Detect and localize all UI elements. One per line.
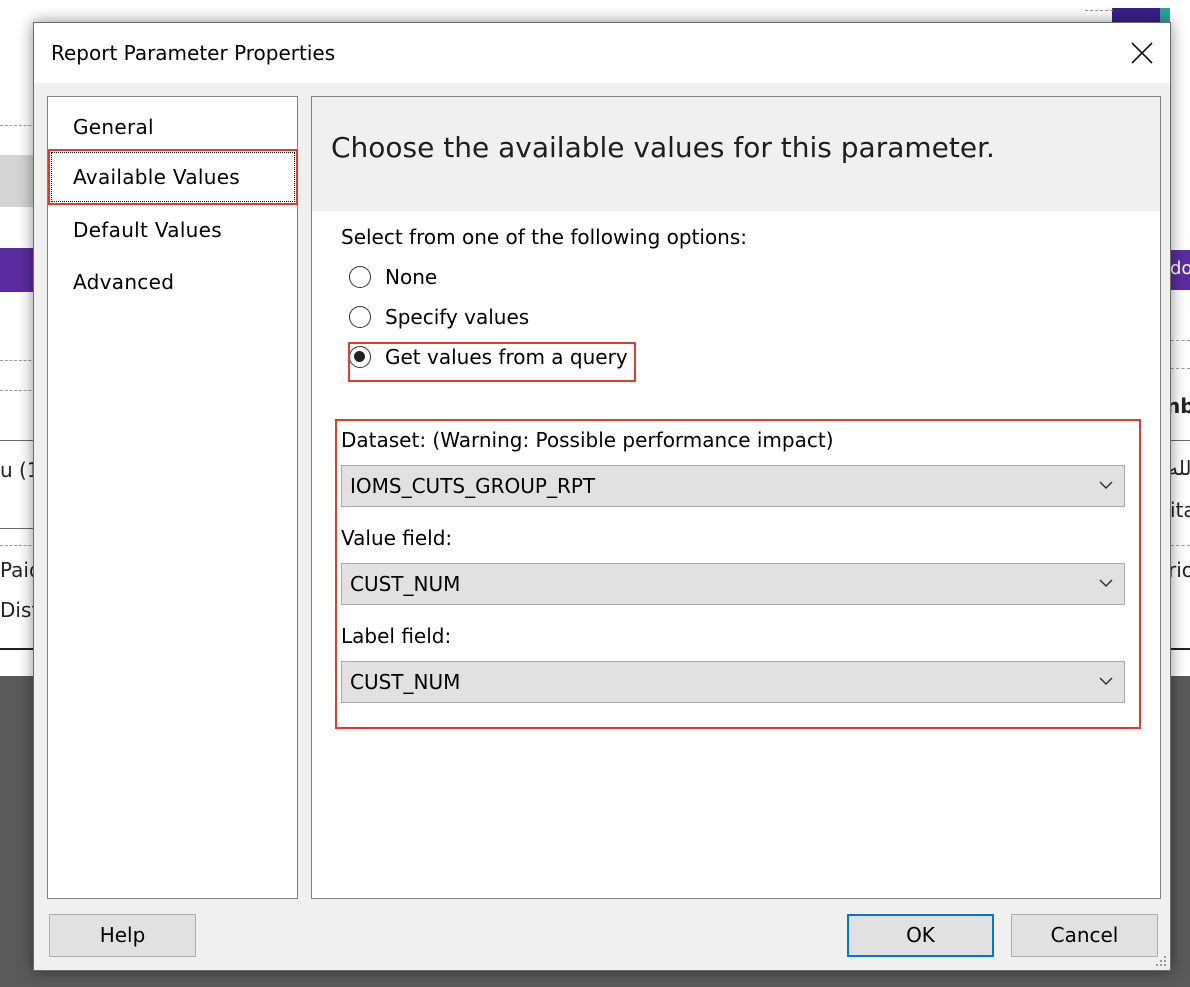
content-panel: Choose the available values for this par… [311,96,1161,899]
radio-label: None [385,265,438,289]
background-divider [0,648,36,650]
background-text: لله [1168,456,1190,480]
background-divider [0,390,36,391]
background-divider [0,545,36,546]
background-divider [0,125,36,126]
label-field-dropdown[interactable]: CUST_NUM [341,661,1125,703]
background-divider [0,440,36,441]
cancel-button[interactable]: Cancel [1011,914,1158,957]
ok-button[interactable]: OK [847,914,994,957]
background-divider [0,528,36,529]
chevron-down-icon [1099,481,1113,490]
nav-item-default-values[interactable]: Default Values [51,205,295,255]
background-divider [0,360,36,361]
value-field-value: CUST_NUM [350,572,461,596]
content-header: Choose the available values for this par… [312,97,1160,211]
radio-button[interactable] [349,306,371,328]
dataset-dropdown[interactable]: IOMS_CUTS_GROUP_RPT [341,465,1125,507]
nav-panel: General Available Values Default Values … [47,96,298,899]
radio-label: Specify values [385,305,530,329]
background-text: u (1 [0,458,34,482]
resize-grip-icon[interactable] [1155,955,1167,967]
background-divider [1085,10,1113,11]
radio-none[interactable]: None [349,261,437,293]
report-parameter-dialog: Report Parameter Properties General Avai… [33,22,1171,971]
nav-item-advanced[interactable]: Advanced [51,257,295,307]
options-label: Select from one of the following options… [341,225,748,249]
background-text: ita [1170,498,1190,522]
background-text: do [1170,258,1190,279]
background-text: rio [1168,558,1190,582]
close-icon [1131,42,1153,64]
highlight-box [348,342,636,382]
page-title: Choose the available values for this par… [331,131,995,164]
dataset-label: Dataset: (Warning: Possible performance … [341,428,834,452]
label-field-label: Label field: [341,624,452,648]
dataset-value: IOMS_CUTS_GROUP_RPT [350,474,596,498]
help-button[interactable]: Help [49,914,196,957]
radio-specify-values[interactable]: Specify values [349,301,529,333]
radio-button[interactable] [349,266,371,288]
value-field-label: Value field: [341,526,453,550]
nav-item-available-values[interactable]: Available Values [48,149,298,205]
chevron-down-icon [1099,579,1113,588]
label-field-value: CUST_NUM [350,670,461,694]
value-field-dropdown[interactable]: CUST_NUM [341,563,1125,605]
nav-item-general[interactable]: General [51,102,295,152]
dialog-titlebar[interactable]: Report Parameter Properties [34,23,1170,83]
dialog-title: Report Parameter Properties [51,41,336,65]
chevron-down-icon [1099,677,1113,686]
close-button[interactable] [1124,35,1160,71]
